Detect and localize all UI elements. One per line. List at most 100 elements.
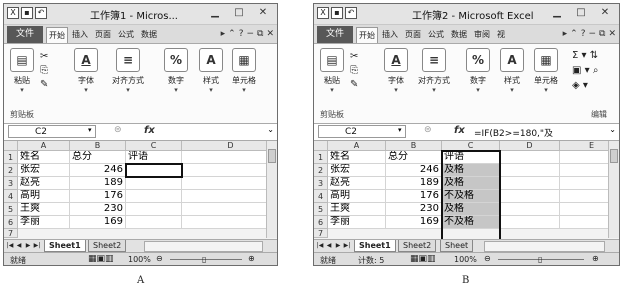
comment-cell[interactable]: 及格 (442, 203, 500, 216)
doc-close-icon[interactable]: ✕ (608, 29, 616, 39)
tab-file[interactable]: 文件 (317, 26, 354, 43)
tab-formula[interactable]: 公式 (115, 26, 137, 43)
help-icon[interactable]: ? (239, 29, 244, 39)
empty-cell[interactable] (182, 216, 277, 229)
last-sheet-icon[interactable]: ▶| (33, 241, 41, 250)
empty-cell[interactable] (500, 203, 560, 216)
empty-cell[interactable] (500, 190, 560, 203)
save-icon[interactable]: ▪ (331, 7, 343, 19)
cells-button[interactable]: ▦ 单元格 ▾ (232, 48, 256, 94)
sheet-tab-2[interactable]: Sheet2 (88, 240, 127, 252)
next-sheet-icon[interactable]: ▶ (24, 241, 32, 250)
style-button[interactable]: A 样式 ▾ (500, 48, 524, 94)
tab-data[interactable]: 数据 (138, 26, 160, 43)
comment-cell[interactable] (126, 216, 182, 229)
cut-icon[interactable]: ✂ (40, 50, 48, 64)
zoom-in-icon[interactable]: ⊕ (248, 254, 255, 263)
zoom-slider-thumb[interactable]: ▯ (538, 255, 542, 264)
score-cell[interactable]: 176 (386, 190, 442, 203)
doc-restore-icon[interactable]: ⧉ (599, 29, 605, 39)
formula-cancel-icon[interactable]: ⊜ (424, 125, 432, 135)
name-cell[interactable]: 张宏 (18, 164, 70, 177)
tab-page[interactable]: 页面 (402, 26, 424, 43)
name-cell[interactable]: 赵亮 (328, 177, 386, 190)
paste-group[interactable]: ▤ 粘贴 ▾ (10, 48, 34, 94)
cut-icon[interactable]: ✂ (350, 50, 358, 64)
score-cell[interactable]: 169 (386, 216, 442, 229)
minimize-button[interactable]: ▁ (547, 7, 567, 20)
comment-cell[interactable]: 及格 (442, 177, 500, 190)
ribbon-expand-icon[interactable]: ▸ (221, 29, 226, 39)
font-button[interactable]: A 字体 ▾ (74, 48, 98, 94)
zoom-slider-thumb[interactable]: ▯ (202, 255, 206, 264)
column-header[interactable]: B (70, 141, 126, 151)
insert-function-icon[interactable]: fx (454, 125, 465, 136)
score-cell[interactable]: 230 (70, 203, 126, 216)
comment-cell[interactable] (126, 190, 182, 203)
score-cell[interactable]: 176 (70, 190, 126, 203)
undo-icon[interactable]: ↶ (35, 7, 47, 19)
name-box[interactable]: C2 (318, 125, 406, 138)
score-cell[interactable]: 246 (70, 164, 126, 177)
sort-filter-icon[interactable]: ⇅ (590, 50, 598, 61)
name-cell[interactable]: 高明 (328, 190, 386, 203)
fill-icon[interactable]: ▣ ▾ ⌕ (572, 63, 598, 78)
scroll-thumb[interactable] (610, 149, 618, 163)
name-cell[interactable]: 王爽 (328, 203, 386, 216)
comment-cell[interactable]: 评语 (126, 151, 182, 164)
sheet-tab-1[interactable]: Sheet1 (44, 240, 86, 252)
row-header[interactable]: 2 (314, 164, 328, 177)
number-button[interactable]: % 数字 ▾ (466, 48, 490, 94)
row-header[interactable]: 6 (314, 216, 328, 229)
score-cell[interactable]: 189 (386, 177, 442, 190)
view-buttons[interactable]: ▦▣▥ (88, 254, 114, 264)
name-cell[interactable]: 姓名 (18, 151, 70, 164)
score-cell[interactable]: 总分 (70, 151, 126, 164)
formula-expand-icon[interactable]: ⌄ (609, 125, 616, 134)
tab-data[interactable]: 数据 (448, 26, 470, 43)
row-header[interactable]: 7 (314, 229, 328, 238)
column-header[interactable]: B (386, 141, 442, 151)
minimize-button[interactable]: ▁ (205, 7, 225, 20)
row-header[interactable]: 3 (314, 177, 328, 190)
tab-insert[interactable]: 插入 (379, 26, 401, 43)
comment-cell[interactable]: 评语 (442, 151, 500, 164)
tab-home[interactable]: 开始 (356, 27, 379, 43)
score-cell[interactable]: 230 (386, 203, 442, 216)
select-all-corner[interactable] (4, 141, 18, 151)
doc-minimize-icon[interactable]: − (588, 29, 596, 39)
empty-cell[interactable] (182, 164, 277, 177)
sheet-tab-2[interactable]: Sheet2 (398, 240, 437, 252)
tab-insert[interactable]: 插入 (69, 26, 91, 43)
name-cell[interactable]: 李丽 (18, 216, 70, 229)
empty-cell[interactable] (182, 151, 277, 164)
first-sheet-icon[interactable]: |◀ (6, 241, 14, 250)
tab-page[interactable]: 页面 (92, 26, 114, 43)
formula-cancel-icon[interactable]: ⊜ (114, 125, 122, 135)
doc-restore-icon[interactable]: ⧉ (257, 29, 263, 39)
comment-cell[interactable]: 不及格 (442, 190, 500, 203)
empty-cell[interactable] (182, 203, 277, 216)
row-header[interactable]: 6 (4, 216, 18, 229)
column-header[interactable]: A (18, 141, 70, 151)
format-painter-icon[interactable]: ✎ (40, 78, 48, 92)
zoom-level[interactable]: 100% (454, 255, 477, 264)
horizontal-scrollbar[interactable] (484, 241, 605, 252)
copy-icon[interactable]: ⎘ (350, 64, 358, 78)
comment-cell[interactable] (126, 177, 182, 190)
row-header[interactable]: 4 (314, 190, 328, 203)
maximize-button[interactable]: □ (571, 7, 591, 20)
sheet-tab-3[interactable]: Sheet (440, 240, 474, 252)
select-all-corner[interactable] (314, 141, 328, 151)
column-header[interactable]: D (500, 141, 560, 151)
zoom-out-icon[interactable]: ⊖ (156, 254, 163, 263)
name-cell[interactable]: 李丽 (328, 216, 386, 229)
name-cell[interactable]: 赵亮 (18, 177, 70, 190)
ribbon-expand-icon[interactable]: ▸ (563, 29, 568, 39)
prev-sheet-icon[interactable]: ◀ (15, 241, 23, 250)
empty-cell[interactable] (500, 216, 560, 229)
align-button[interactable]: ≡ 对齐方式 ▾ (418, 48, 450, 94)
formula-input[interactable]: =IF(B2>=180,"及 (474, 126, 553, 139)
sheet-tab-1[interactable]: Sheet1 (354, 240, 396, 252)
tab-view[interactable]: 视 (494, 26, 508, 43)
